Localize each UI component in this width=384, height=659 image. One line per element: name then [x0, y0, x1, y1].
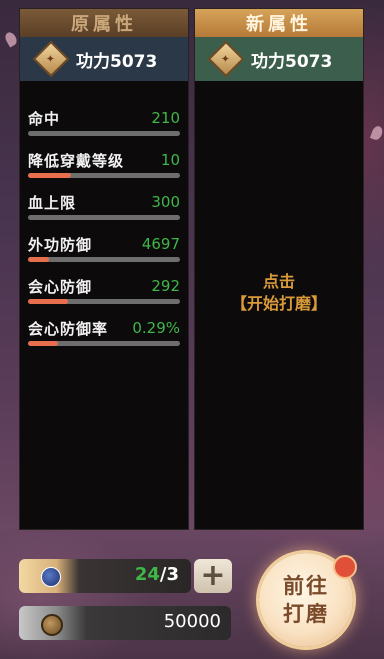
- original-attributes-panel: 原属性 ✦ 功力5073 命中 210 降低穿戴等级 10 血上限 300 外功防御 4…: [19, 8, 189, 530]
- stat-label: 外功防御: [28, 235, 93, 254]
- stat-label: 降低穿戴等级: [28, 151, 125, 170]
- new-attributes-panel: 新属性 ✦ 功力5073 点击 【开始打磨】: [194, 8, 364, 530]
- stat-bar-fill: [28, 173, 71, 178]
- go-button-label: 前往: [283, 573, 329, 598]
- new-attributes-tab: 新属性: [195, 9, 363, 37]
- stat-value: 4697: [141, 235, 180, 253]
- coin-icon: [41, 614, 63, 636]
- add-material-button[interactable]: +: [194, 559, 232, 593]
- material-count-bar: 24/3: [19, 559, 191, 593]
- stat-value: 10: [160, 151, 180, 169]
- stat-value: 210: [151, 109, 180, 127]
- power-label: 功力5073: [251, 51, 333, 72]
- stat-bar: [28, 215, 180, 220]
- material-count: 24/3: [135, 564, 179, 585]
- go-button-label: 打磨: [283, 601, 329, 626]
- stat-bar: [28, 173, 180, 178]
- stat-bar: [28, 299, 180, 304]
- stat-row: 命中 210: [28, 107, 180, 136]
- hint-line: 【开始打磨】: [230, 294, 327, 313]
- power-display: ✦ 功力5073: [195, 37, 363, 81]
- stat-row: 会心防御 292: [28, 275, 180, 304]
- power-label: 功力5073: [76, 51, 158, 72]
- stat-row: 外功防御 4697: [28, 233, 180, 262]
- stat-bar-fill: [28, 341, 59, 346]
- hint-line: 点击: [262, 272, 295, 291]
- polish-hint: 点击 【开始打磨】: [195, 271, 363, 315]
- stat-bar: [28, 341, 180, 346]
- stat-bar-fill: [28, 257, 50, 262]
- original-attributes-tab: 原属性: [20, 9, 188, 37]
- stat-label: 会心防御: [28, 277, 93, 296]
- stat-label: 命中: [28, 109, 61, 128]
- coin-cost-bar: 50000: [19, 606, 231, 640]
- stat-value: 292: [151, 277, 180, 295]
- stat-bar: [28, 131, 180, 136]
- stat-label: 血上限: [28, 193, 77, 212]
- material-count-required: /3: [159, 564, 179, 585]
- power-emblem-icon: ✦: [32, 40, 70, 78]
- notification-badge-icon: [333, 555, 357, 579]
- material-count-current: 24: [134, 564, 160, 585]
- power-display: ✦ 功力5073: [20, 37, 188, 81]
- coin-amount: 50000: [163, 611, 221, 632]
- stat-row: 血上限 300: [28, 191, 180, 220]
- polish-material-icon: [41, 567, 61, 587]
- stat-value: 0.29%: [132, 319, 180, 337]
- stat-row: 降低穿戴等级 10: [28, 149, 180, 178]
- stat-label: 会心防御率: [28, 319, 109, 338]
- stat-value: 300: [151, 193, 180, 211]
- stat-bar: [28, 257, 180, 262]
- power-emblem-icon: ✦: [207, 40, 245, 78]
- stat-bar-fill: [28, 299, 68, 304]
- stat-row: 会心防御率 0.29%: [28, 317, 180, 346]
